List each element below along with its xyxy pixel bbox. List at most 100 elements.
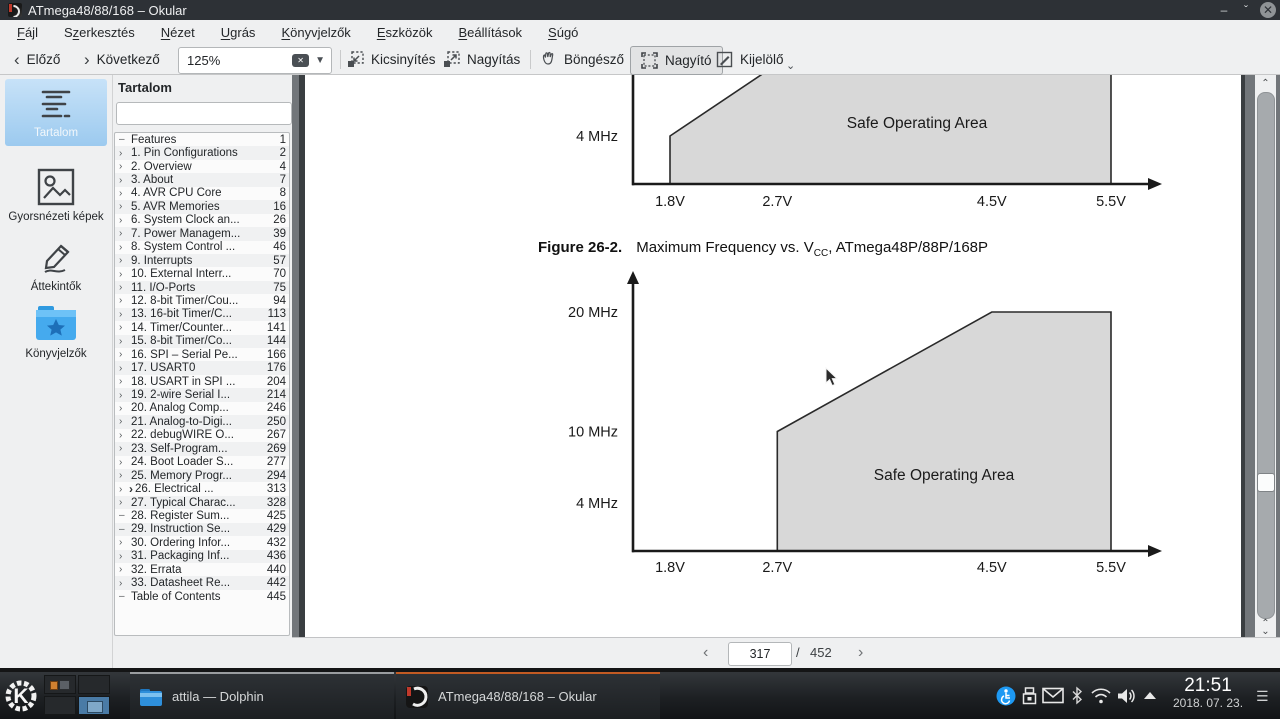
sidebar-item-reviews[interactable]: Áttekintők xyxy=(5,231,107,300)
scroll-down-icon[interactable]: ⌄ xyxy=(1255,627,1276,637)
menu-item[interactable]: Könyvjelzők xyxy=(268,20,363,45)
menu-item[interactable]: Nézet xyxy=(148,20,208,45)
maximize-button[interactable]: ˇ xyxy=(1238,2,1254,18)
toc-item[interactable]: › 13. 16-bit Timer/C... 113 xyxy=(115,307,289,322)
toc-item[interactable]: › 12. 8-bit Timer/Cou... 94 xyxy=(115,294,289,307)
browse-tool-button[interactable]: Böngésző xyxy=(540,45,624,74)
toc-item[interactable]: › 9. Interrupts 57 xyxy=(115,253,289,268)
next-page-icon[interactable]: › xyxy=(858,644,863,662)
mail-tray-icon[interactable] xyxy=(1042,672,1064,719)
menu-item[interactable]: Beállítások xyxy=(445,20,535,45)
tree-expander-icon[interactable]: › xyxy=(119,497,129,508)
toc-item[interactable]: – 28. Register Sum... 425 xyxy=(115,509,289,522)
tree-expander-icon[interactable]: › xyxy=(119,416,129,427)
toc-item[interactable]: – 29. Instruction Se... 429 xyxy=(115,522,289,537)
toc-search-input[interactable] xyxy=(116,102,292,125)
toc-item[interactable]: › 24. Boot Loader S... 277 xyxy=(115,456,289,469)
toc-item[interactable]: – Features 1 xyxy=(115,133,289,146)
tree-expander-icon[interactable]: – xyxy=(119,510,129,521)
toc-item[interactable]: › 21. Analog-to-Digi... 250 xyxy=(115,415,289,429)
volume-tray-icon[interactable] xyxy=(1117,672,1137,719)
scrollbar-track[interactable] xyxy=(1257,92,1275,619)
tree-expander-icon[interactable]: › xyxy=(119,403,129,414)
tree-expander-icon[interactable]: › xyxy=(119,470,129,481)
desktop-4-active[interactable] xyxy=(78,696,110,715)
tree-expander-icon[interactable]: › xyxy=(119,376,129,387)
tree-expander-icon[interactable]: › xyxy=(119,215,129,226)
toc-item[interactable]: › 23. Self-Program... 269 xyxy=(115,442,289,456)
previous-page-icon[interactable]: ‹ xyxy=(703,644,708,662)
toc-item[interactable]: › 5. AVR Memories 16 xyxy=(115,200,289,214)
toc-item[interactable]: › › 26. Electrical ... 313 xyxy=(115,482,289,496)
toc-item[interactable]: › 19. 2-wire Serial I... 214 xyxy=(115,388,289,402)
tree-expander-icon[interactable]: › xyxy=(119,322,129,333)
scroll-up-icon[interactable]: ⌃ xyxy=(1255,79,1276,89)
menu-item[interactable]: Súgó xyxy=(535,20,591,45)
close-button[interactable]: ✕ xyxy=(1260,2,1276,18)
toc-item[interactable]: › 10. External Interr... 70 xyxy=(115,267,289,280)
tree-expander-icon[interactable]: › xyxy=(119,188,129,199)
toc-item[interactable]: › 14. Timer/Counter... 141 xyxy=(115,321,289,334)
toc-item[interactable]: › 4. AVR CPU Core 8 xyxy=(115,187,289,200)
minimize-button[interactable]: – xyxy=(1216,2,1232,18)
current-page-input[interactable] xyxy=(728,642,792,666)
toc-item[interactable]: › 31. Packaging Inf... 436 xyxy=(115,549,289,563)
desktop-1[interactable] xyxy=(44,675,76,694)
toc-item[interactable]: › 30. Ordering Infor... 432 xyxy=(115,536,289,549)
tree-expander-icon[interactable]: › xyxy=(119,578,129,589)
toc-item[interactable]: › 22. debugWIRE O... 267 xyxy=(115,429,289,442)
menu-item[interactable]: Sz erkesztés xyxy=(51,20,148,45)
accessibility-tray-icon[interactable] xyxy=(996,672,1016,719)
toc-item[interactable]: › 33. Datasheet Re... 442 xyxy=(115,576,289,590)
sidebar-item-thumbnails[interactable]: Gyorsnézeti képek xyxy=(5,159,107,230)
toc-item[interactable]: › 25. Memory Progr... 294 xyxy=(115,468,289,483)
tree-expander-icon[interactable]: › xyxy=(119,349,129,360)
desktop-2[interactable] xyxy=(78,675,110,694)
scrollbar-thumb[interactable] xyxy=(1257,473,1275,492)
tree-expander-icon[interactable]: › xyxy=(119,148,129,159)
tree-expander-icon[interactable]: › xyxy=(119,363,129,374)
selection-tool-button[interactable]: Kijelölő xyxy=(716,45,784,74)
magnifier-tool-button[interactable]: Nagyító xyxy=(630,46,723,75)
tree-expander-icon[interactable]: › xyxy=(119,484,129,495)
toc-item[interactable]: › 27. Typical Charac... 328 xyxy=(115,495,289,510)
removable-device-tray-icon[interactable] xyxy=(1022,672,1037,719)
toc-item[interactable]: › 6. System Clock an... 26 xyxy=(115,214,289,227)
tree-expander-icon[interactable]: › xyxy=(119,201,129,212)
menu-item[interactable]: Eszközök xyxy=(364,20,446,45)
toc-item[interactable]: › 8. System Control ... 46 xyxy=(115,241,289,254)
tree-expander-icon[interactable]: › xyxy=(119,161,129,172)
tree-expander-icon[interactable]: › xyxy=(119,228,129,239)
task-dolphin[interactable]: attila — Dolphin xyxy=(130,672,394,719)
tree-expander-icon[interactable]: › xyxy=(119,282,129,293)
toc-item[interactable]: › 18. USART in SPI ... 204 xyxy=(115,375,289,388)
tree-expander-icon[interactable]: › xyxy=(119,255,129,266)
toc-item[interactable]: › 11. I/O-Ports 75 xyxy=(115,280,289,295)
tree-expander-icon[interactable]: – xyxy=(119,134,129,145)
toc-item[interactable]: › 7. Power Managem... 39 xyxy=(115,227,289,241)
pdf-page[interactable]: 4 MHz 1.8V 2.7V 4.5V 5.5V Safe Operating Area… xyxy=(299,75,1245,637)
tree-expander-icon[interactable]: › xyxy=(119,537,129,548)
toc-item[interactable]: › 17. USART0 176 xyxy=(115,361,289,375)
tree-expander-icon[interactable]: › xyxy=(119,175,129,186)
tray-expand-caret-icon[interactable] xyxy=(1143,672,1157,719)
tree-expander-icon[interactable]: – xyxy=(119,524,129,535)
tree-expander-icon[interactable]: › xyxy=(119,390,129,401)
toc-item[interactable]: › 32. Errata 440 xyxy=(115,563,289,576)
sidebar-item-bookmarks[interactable]: Könyvjelzők xyxy=(5,294,107,367)
panel-menu-icon[interactable]: ☰ xyxy=(1256,688,1272,705)
tree-expander-icon[interactable]: – xyxy=(119,591,129,602)
tree-expander-icon[interactable]: › xyxy=(119,295,129,306)
tree-expander-icon[interactable]: › xyxy=(119,336,129,347)
sidebar-item-contents[interactable]: Tartalom xyxy=(5,79,107,146)
task-okular[interactable]: ATmega48/88/168 – Okular xyxy=(396,672,660,719)
chevron-down-icon[interactable]: ▼ xyxy=(315,55,325,66)
bluetooth-tray-icon[interactable] xyxy=(1071,672,1083,719)
zoom-in-button[interactable]: Nagyítás xyxy=(443,45,520,74)
zoom-combobox[interactable]: 125% ✕ ▼ xyxy=(178,47,332,74)
previous-page-button[interactable]: ‹ Előző xyxy=(14,45,60,74)
wifi-tray-icon[interactable] xyxy=(1090,672,1112,719)
vertical-scrollbar[interactable]: ⌃ ⌃ ⌄ xyxy=(1255,75,1276,637)
desktop-3[interactable] xyxy=(44,696,76,715)
tree-expander-icon[interactable]: › xyxy=(119,242,129,253)
